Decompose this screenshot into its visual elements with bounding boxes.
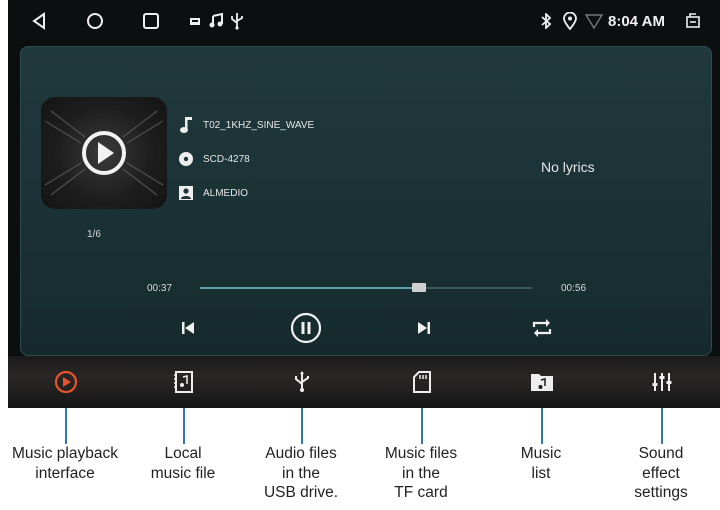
callout-line <box>661 408 663 444</box>
song-title: T02_1KHZ_SINE_WAVE <box>203 119 315 131</box>
artist-row: ALMEDIO <box>177 183 248 203</box>
caption-line: in the <box>402 464 440 482</box>
next-button[interactable] <box>407 311 441 345</box>
caption-tf-card: Music files in the TF card <box>366 444 476 503</box>
skip-next-icon <box>418 322 430 334</box>
caption-sound-effects: Sound effect settings <box>606 444 716 503</box>
equalizer-icon <box>652 373 672 391</box>
callout-line <box>183 408 185 444</box>
progress-thumb[interactable] <box>412 283 427 292</box>
caption-line: in the <box>282 464 320 482</box>
status-time: 8:04 AM <box>608 13 665 30</box>
music-note-icon <box>207 10 225 32</box>
skip-previous-icon <box>182 322 194 334</box>
caption-music-list: Music list <box>486 444 596 483</box>
usb-icon <box>228 10 246 32</box>
pause-circle-icon <box>290 312 322 344</box>
caption-line: USB drive. <box>263 484 339 501</box>
caption-line: settings <box>634 484 688 501</box>
artist-icon <box>177 184 195 202</box>
recents-icon[interactable] <box>140 10 162 32</box>
caption-line: interface <box>35 464 95 482</box>
callout-line <box>541 408 543 444</box>
tab-usb-audio[interactable] <box>284 366 320 398</box>
caption-line: Sound <box>638 445 684 462</box>
progress-fill <box>200 287 420 289</box>
tab-music-playback[interactable] <box>48 366 84 398</box>
tab-tf-card[interactable] <box>404 366 440 398</box>
disc-icon <box>177 150 195 168</box>
repeat-icon <box>532 319 552 337</box>
total-time: 00:56 <box>561 283 587 294</box>
screenshot-icon[interactable] <box>684 10 702 32</box>
music-note-icon <box>177 116 195 134</box>
local-music-file-icon <box>174 371 193 393</box>
caption-line: music file <box>150 464 216 482</box>
status-bar: 8:04 AM <box>8 0 720 44</box>
tab-music-list[interactable] <box>524 366 560 398</box>
bottom-tab-bar <box>8 356 720 408</box>
track-index: 1/6 <box>87 229 101 240</box>
location-icon <box>562 10 578 32</box>
lyrics-text: No lyrics <box>541 159 595 175</box>
notification-icon <box>188 10 202 32</box>
usb-icon <box>295 371 309 392</box>
pause-button[interactable] <box>289 311 323 345</box>
wifi-icon <box>584 10 604 32</box>
car-screen: 8:04 AM 1/6 T02_1KHZ_SINE_WAVE SCD-4278 … <box>8 0 720 408</box>
play-circle-icon <box>54 370 78 394</box>
callout-line <box>65 408 67 444</box>
caption-line: Local <box>164 445 202 462</box>
caption-usb-audio: Audio files in the USB drive. <box>246 444 356 503</box>
callout-line <box>421 408 423 444</box>
caption-music-playback: Music playback interface <box>10 444 120 483</box>
bluetooth-icon <box>538 10 554 32</box>
caption-line: Audio files <box>265 445 337 462</box>
caption-line: effect <box>642 464 680 482</box>
caption-line: Music <box>520 445 562 462</box>
caption-line: Music playback <box>12 445 118 462</box>
repeat-button[interactable] <box>525 311 559 345</box>
player-panel: 1/6 T02_1KHZ_SINE_WAVE SCD-4278 ALMEDIO … <box>20 46 712 356</box>
tab-local-music[interactable] <box>166 366 202 398</box>
music-folder-icon <box>531 374 553 391</box>
album-art[interactable] <box>41 97 167 209</box>
song-title-row: T02_1KHZ_SINE_WAVE <box>177 115 314 135</box>
home-icon[interactable] <box>84 10 106 32</box>
sd-card-icon <box>413 371 431 393</box>
back-icon[interactable] <box>28 10 50 32</box>
artist-name: ALMEDIO <box>203 187 249 199</box>
callout-line <box>301 408 303 444</box>
album-name: SCD-4278 <box>203 153 250 165</box>
progress-bar[interactable] <box>200 283 532 292</box>
caption-local-music: Local music file <box>128 444 238 483</box>
tab-sound-effects[interactable] <box>644 366 680 398</box>
previous-button[interactable] <box>171 311 205 345</box>
caption-line: Music files <box>384 445 458 462</box>
caption-line: TF card <box>394 484 448 501</box>
elapsed-time: 00:37 <box>147 283 173 294</box>
album-row: SCD-4278 <box>177 149 250 169</box>
caption-line: list <box>531 464 551 482</box>
